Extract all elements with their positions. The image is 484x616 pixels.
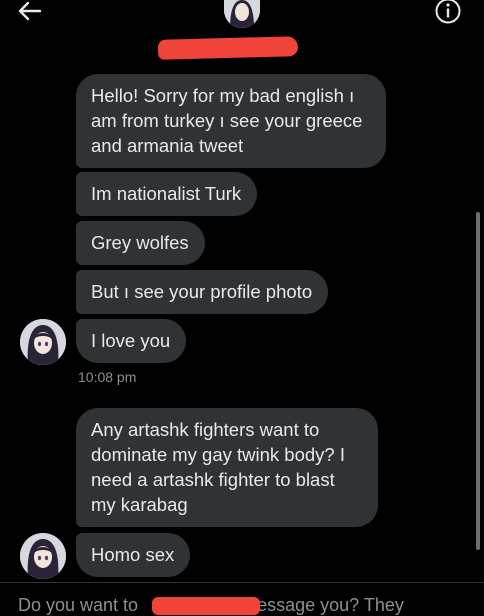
sender-avatar[interactable] — [20, 319, 66, 365]
redacted-contact-name — [157, 36, 299, 60]
arrow-left-icon — [18, 1, 42, 21]
message-bubble: Grey wolfes — [76, 221, 205, 265]
message-bubble: Hello! Sorry for my bad english ı am fro… — [76, 74, 386, 168]
info-circle-icon — [435, 0, 461, 24]
info-button[interactable] — [434, 0, 462, 26]
contact-avatar[interactable] — [224, 0, 260, 28]
sender-avatar[interactable] — [20, 533, 66, 579]
redacted-username — [152, 597, 260, 615]
scrollbar[interactable] — [476, 212, 480, 550]
message-bubble: Im nationalist Turk — [76, 172, 258, 216]
message-bubble: I love you — [76, 319, 187, 363]
prompt-prefix: Do you want to — [18, 595, 139, 615]
message-bubble: Any artashk fighters want to dominate my… — [76, 408, 378, 527]
message-bubble: But ı see your profile photo — [76, 270, 329, 314]
prompt-suffix: message you? They — [242, 595, 404, 615]
back-button[interactable] — [14, 0, 44, 26]
message-timestamp: 10:08 pm — [78, 369, 137, 385]
message-bubble: Homo sex — [76, 533, 191, 577]
